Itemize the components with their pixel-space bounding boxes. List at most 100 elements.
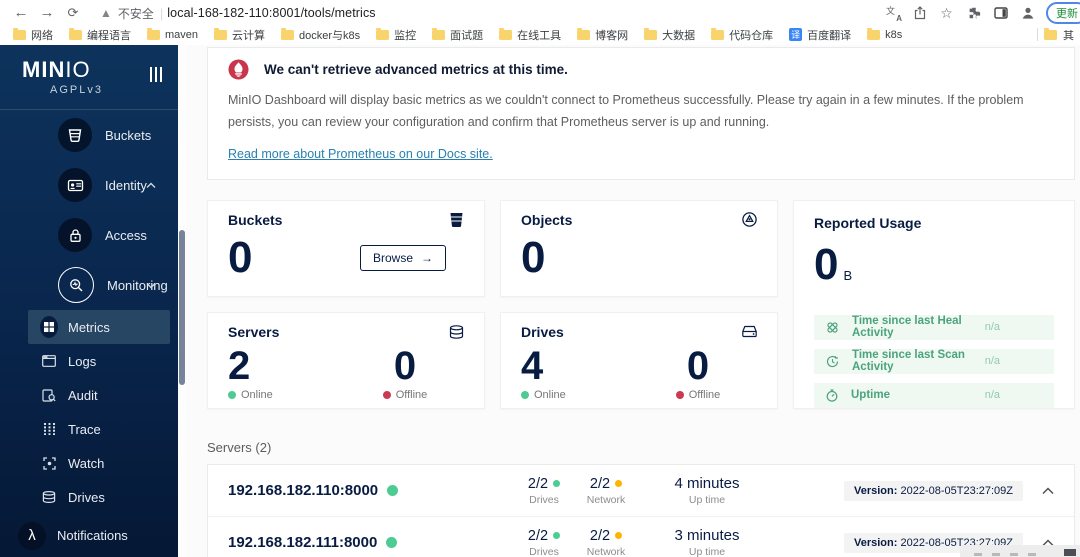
sidebar-item-monitoring[interactable]: Monitoring [0,260,178,310]
share-icon[interactable] [911,5,928,22]
sidebar: MINIO AGPLv3 Buckets Identity Access Mon… [0,45,178,557]
logs-icon [40,355,58,367]
usage-unit: B [843,267,853,283]
bookmark-star-icon[interactable]: ☆ [938,5,955,22]
bookmarks-overflow[interactable]: 其 [1037,27,1074,43]
bookmark-folder[interactable]: 大数据 [637,26,702,44]
server-list: 192.168.182.110:8000 2/2 Drives 2/2 Netw… [207,463,1075,557]
folder-icon [867,27,881,40]
folder-icon [1044,27,1057,40]
reload-icon[interactable]: ⟳ [62,4,84,22]
reported-usage-card: Reported Usage 0 B Time since last Heal … [793,199,1075,409]
extensions-puzzle-icon[interactable] [965,5,982,22]
minio-logo: MINIO [22,57,91,82]
heal-icon [826,321,839,334]
collapse-row-chevron-icon[interactable] [1042,487,1054,495]
watch-icon [40,456,58,470]
servers-icon [449,324,464,339]
baidu-translate-icon: 译 [789,28,803,41]
bookmark-folder[interactable]: 监控 [369,26,423,44]
drives-icon [40,491,58,503]
bookmark-folder[interactable]: 在线工具 [492,26,568,44]
scan-activity-row: Time since last Scan Activity n/a [814,348,1054,374]
cutoff-bottom-widget [960,545,1080,557]
uptime-col: 4 minutes Up time [674,475,740,506]
bookmark-baidu-translate[interactable]: 译百度翻译 [782,26,858,44]
objects-icon [742,212,757,227]
sidebar-item-audit[interactable]: Audit [28,378,170,412]
browser-toolbar: ← → ⟳ ▲ 不安全 | local-168-182-110:8001/too… [0,0,1080,24]
forward-icon[interactable]: → [36,4,58,22]
folder-icon [376,27,390,40]
sidebar-item-buckets[interactable]: Buckets [0,110,178,160]
folder-icon [711,27,725,40]
side-panel-icon[interactable] [992,5,1009,22]
folder-icon [577,27,591,40]
license-label: AGPLv3 [50,84,103,96]
site-info[interactable]: ▲ 不安全 | [100,5,163,22]
bookmark-folder[interactable]: 云计算 [207,26,272,44]
version-badge: Version: 2022-08-05T23:27:09Z [844,480,1023,501]
drives-online-count: 4 [521,343,544,388]
scrollbar-track[interactable] [178,45,186,557]
bookmark-folder[interactable]: 编程语言 [62,26,138,44]
server-list-heading: Servers (2) [207,439,272,455]
folder-icon [13,27,26,40]
buckets-icon [58,118,92,152]
bookmark-folder[interactable]: 代码仓库 [704,26,780,44]
browse-button[interactable]: Browse → [359,244,446,271]
cutoff-dark-glyph [1064,549,1076,556]
usage-card-title: Reported Usage [814,214,922,231]
folder-icon [214,27,228,40]
translate-icon[interactable]: 文 A [886,6,902,23]
online-dot [521,390,529,399]
folder-icon [69,27,82,40]
bookmark-folder[interactable]: maven [140,27,205,42]
sidebar-item-metrics[interactable]: Metrics [28,310,170,344]
uptime-icon [826,389,838,402]
translate-en-glyph: A [896,13,902,23]
bookmark-folder[interactable]: 博客网 [570,26,635,44]
address-bar[interactable]: local-168-182-110:8001/tools/metrics [167,6,375,20]
prometheus-icon [228,59,249,80]
chrome-update-button[interactable]: 更新 [1046,2,1080,24]
scrollbar-thumb[interactable] [179,230,185,385]
server-status-dot [386,537,398,548]
drives-col: 2/2 Drives [527,527,561,557]
bookmark-folder[interactable]: 面试题 [425,26,490,44]
uptime-row: Uptime n/a [814,382,1054,408]
drives-status-dot [553,532,561,539]
server-status-dot [387,485,399,496]
buckets-card: Buckets 0 Browse → [207,199,485,297]
scan-icon [826,355,839,368]
sidebar-item-watch[interactable]: Watch [28,446,170,480]
network-col: 2/2 Network [586,475,626,506]
offline-dot [675,390,684,399]
back-icon[interactable]: ← [10,4,32,22]
sidebar-collapse-icon[interactable] [149,67,162,82]
bookmark-folder[interactable]: k8s [860,27,909,42]
bookmark-folder[interactable]: docker与k8s [274,26,367,44]
prometheus-docs-link[interactable]: Read more about Prometheus on our Docs s… [228,147,493,161]
offline-dot [382,390,391,399]
profile-avatar-icon[interactable] [1019,5,1036,22]
sidebar-item-access[interactable]: Access [0,210,178,260]
sidebar-item-identity[interactable]: Identity [0,160,178,210]
folder-icon [281,27,295,40]
usage-value: 0 [814,239,839,289]
sidebar-item-logs[interactable]: Logs [28,344,170,378]
heal-activity-row: Time since last Heal Activity n/a [814,314,1054,340]
server-row: 192.168.182.111:8000 2/2 Drives 2/2 Netw… [208,516,1074,557]
drives-offline-count: 0 [686,343,710,388]
metrics-icon [40,316,58,338]
arrow-right-icon: → [421,250,433,265]
bookmark-folder[interactable]: 网络 [6,26,60,44]
network-col: 2/2 Network [586,527,626,557]
sidebar-item-notifications[interactable]: λ Notifications [0,514,178,557]
servers-online-count: 2 [228,343,251,388]
drives-card-title: Drives [521,323,564,340]
logo-block: MINIO AGPLv3 [0,45,178,110]
chevron-down-icon [146,282,156,289]
sidebar-item-drives[interactable]: Drives [28,480,170,514]
sidebar-item-trace[interactable]: Trace [28,412,170,446]
